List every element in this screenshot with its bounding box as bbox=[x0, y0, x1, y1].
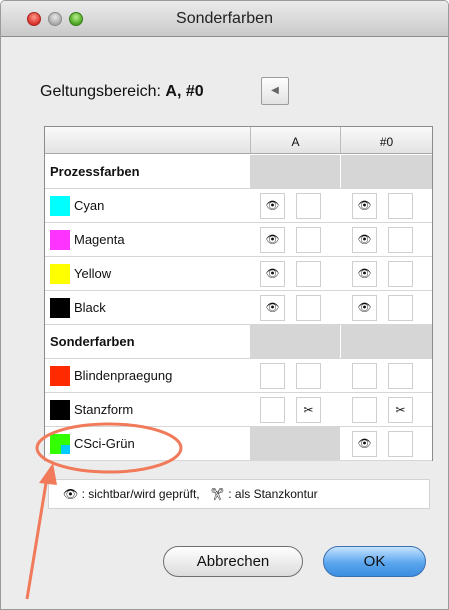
scissors-icon: ✂ bbox=[209, 487, 225, 501]
group-row-sonderfarben: Sonderfarben bbox=[45, 325, 432, 359]
column-header-0: #0 bbox=[340, 127, 432, 154]
stanz-toggle-a[interactable] bbox=[296, 193, 321, 219]
left-arrow-icon: ◀ bbox=[271, 85, 279, 96]
swatch-icon bbox=[50, 434, 70, 454]
visible-toggle-a[interactable]: 👁 bbox=[260, 261, 285, 287]
stanz-toggle-0[interactable] bbox=[388, 363, 413, 389]
color-label: Cyan bbox=[74, 198, 105, 213]
stanz-toggle-0[interactable] bbox=[388, 431, 413, 457]
title-bar: Sonderfarben bbox=[1, 1, 448, 37]
color-row-stanzform: Stanzform ✂ ✂ bbox=[45, 393, 432, 427]
group-cell-0 bbox=[341, 325, 432, 359]
stanz-toggle-a[interactable] bbox=[296, 295, 321, 321]
dialog-window: Sonderfarben Geltungsbereich: A, #0 ◀ A … bbox=[0, 0, 449, 610]
window-title: Sonderfarben bbox=[176, 10, 273, 27]
disabled-cell-a bbox=[250, 427, 340, 461]
stanz-toggle-0[interactable] bbox=[388, 295, 413, 321]
group-row-prozessfarben: Prozessfarben bbox=[45, 155, 432, 189]
color-label: Stanzform bbox=[74, 402, 134, 417]
visible-toggle-0[interactable] bbox=[352, 397, 377, 423]
scope-label: Geltungsbereich: bbox=[40, 83, 161, 100]
color-row-csci-gruen: CSci-Grün 👁 bbox=[45, 427, 432, 461]
visible-toggle-0[interactable]: 👁 bbox=[352, 193, 377, 219]
visible-toggle-0[interactable]: 👁 bbox=[352, 261, 377, 287]
visible-toggle-0[interactable] bbox=[352, 363, 377, 389]
group-label: Sonderfarben bbox=[50, 334, 135, 349]
swatch-icon bbox=[50, 230, 70, 250]
color-row-blindenpraegung: Blindenpraegung bbox=[45, 359, 432, 393]
stanz-toggle-a[interactable] bbox=[296, 261, 321, 287]
cancel-button[interactable]: Abbrechen bbox=[163, 546, 303, 577]
color-row-magenta: Magenta 👁 👁 bbox=[45, 223, 432, 257]
legend-eye-text: : sichtbar/wird geprüft, bbox=[81, 487, 200, 501]
ok-button[interactable]: OK bbox=[323, 546, 426, 577]
color-label: Blindenpraegung bbox=[74, 368, 173, 383]
stanz-toggle-0[interactable] bbox=[388, 193, 413, 219]
scope-value: A, #0 bbox=[165, 83, 204, 100]
group-cell-0 bbox=[341, 155, 432, 189]
annotation-arrow-line bbox=[25, 476, 49, 600]
color-label: CSci-Grün bbox=[74, 436, 135, 451]
color-label: Magenta bbox=[74, 232, 125, 247]
visible-toggle-a[interactable]: 👁 bbox=[260, 295, 285, 321]
swatch-icon bbox=[50, 196, 70, 216]
color-label: Black bbox=[74, 300, 106, 315]
color-label: Yellow bbox=[74, 266, 112, 281]
legend-scissors-text: : als Stanzkontur bbox=[228, 487, 318, 501]
color-row-cyan: Cyan 👁 👁 bbox=[45, 189, 432, 223]
visible-toggle-a[interactable] bbox=[260, 363, 285, 389]
swatch-icon bbox=[50, 400, 70, 420]
visible-toggle-a[interactable]: 👁 bbox=[260, 227, 285, 253]
stanz-toggle-0[interactable] bbox=[388, 261, 413, 287]
group-label: Prozessfarben bbox=[50, 164, 140, 179]
group-cell-a bbox=[250, 155, 340, 189]
legend: 👁 : sichtbar/wird geprüft, ✂ : als Stanz… bbox=[48, 479, 430, 509]
scope-arrow-button[interactable]: ◀ bbox=[261, 77, 289, 105]
eye-icon: 👁 bbox=[63, 487, 79, 501]
group-cell-a bbox=[250, 325, 340, 359]
scissors-toggle-0[interactable]: ✂ bbox=[388, 397, 413, 423]
swatch-icon bbox=[50, 264, 70, 284]
stanz-toggle-a[interactable] bbox=[296, 227, 321, 253]
swatch-inner-icon bbox=[61, 445, 70, 454]
color-row-black: Black 👁 👁 bbox=[45, 291, 432, 325]
swatch-icon bbox=[50, 366, 70, 386]
header-blank bbox=[45, 127, 250, 154]
color-row-yellow: Yellow 👁 👁 bbox=[45, 257, 432, 291]
swatch-icon bbox=[50, 298, 70, 318]
column-header-a: A bbox=[250, 127, 340, 154]
visible-toggle-0[interactable]: 👁 bbox=[352, 227, 377, 253]
scope-line: Geltungsbereich: A, #0 bbox=[40, 83, 204, 101]
stanz-toggle-a[interactable] bbox=[296, 363, 321, 389]
visible-toggle-a[interactable] bbox=[260, 397, 285, 423]
stanz-toggle-0[interactable] bbox=[388, 227, 413, 253]
scissors-toggle-a[interactable]: ✂ bbox=[296, 397, 321, 423]
visible-toggle-a[interactable]: 👁 bbox=[260, 193, 285, 219]
colors-table: A #0 Prozessfarben Cyan 👁 👁 Magenta 👁 👁 … bbox=[44, 126, 433, 461]
visible-toggle-0[interactable]: 👁 bbox=[352, 295, 377, 321]
visible-toggle-0[interactable]: 👁 bbox=[352, 431, 377, 457]
